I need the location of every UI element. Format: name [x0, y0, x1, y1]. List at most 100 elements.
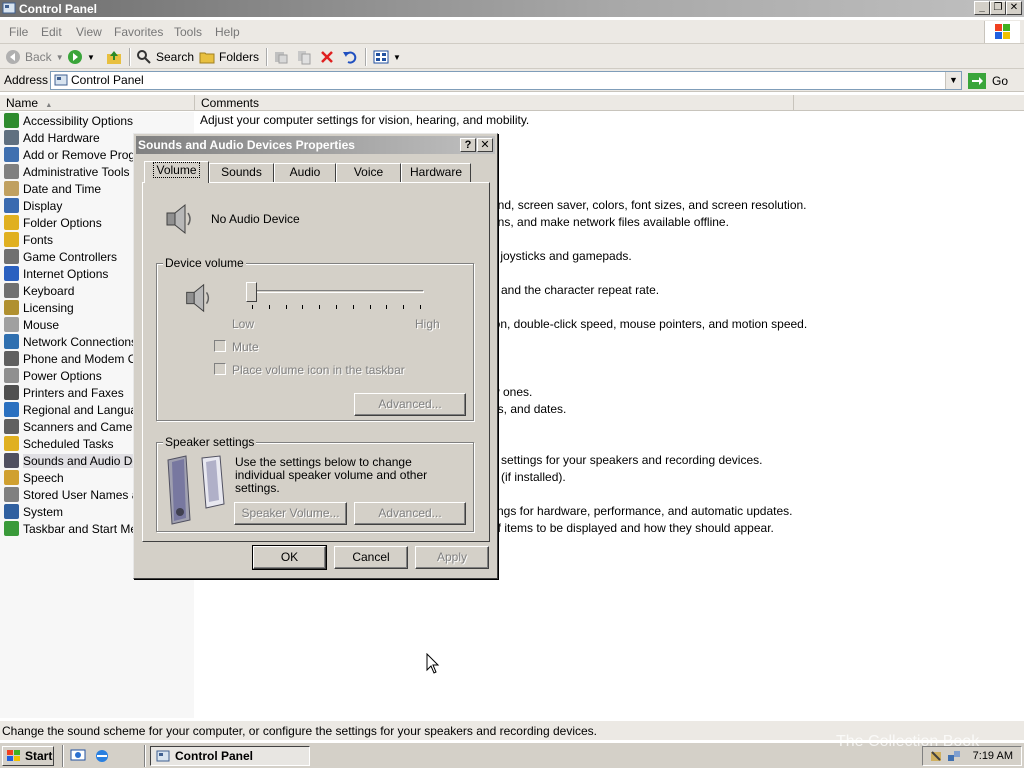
restore-button[interactable]: ❐ — [990, 1, 1006, 15]
copy-to-button[interactable] — [296, 48, 312, 66]
list-item-comment: und, screen saver, colors, font sizes, a… — [491, 198, 807, 212]
quicklaunch-ie-icon[interactable] — [94, 748, 110, 764]
delete-x-icon — [321, 51, 333, 63]
views-dropdown-icon[interactable]: ▼ — [393, 53, 401, 62]
copy-to-icon — [298, 51, 311, 65]
speaker-advanced-button[interactable]: Advanced... — [354, 502, 466, 525]
control-panel-item-icon — [4, 266, 19, 281]
start-button[interactable]: Start — [2, 746, 54, 766]
address-dropdown-button[interactable]: ▼ — [945, 72, 961, 89]
forward-button[interactable]: ▼ — [67, 48, 95, 66]
tab-sounds[interactable]: Sounds — [209, 163, 274, 182]
list-item-label: Licensing — [23, 300, 74, 315]
tab-volume[interactable]: Volume — [144, 161, 209, 183]
control-panel-item-icon — [4, 249, 19, 264]
list-item-label: Accessibility Options — [23, 113, 134, 128]
volume-slider-track[interactable] — [250, 290, 424, 293]
tab-hardware[interactable]: Hardware — [401, 163, 471, 182]
menu-view[interactable]: View — [76, 25, 102, 39]
list-item-label: Display — [23, 198, 63, 213]
menu-tools[interactable]: Tools — [174, 25, 202, 39]
forward-dropdown-icon[interactable]: ▼ — [87, 53, 95, 62]
cancel-button[interactable]: Cancel — [334, 546, 408, 569]
volume-high-label: High — [415, 317, 440, 331]
tab-audio[interactable]: Audio — [274, 163, 336, 182]
speakers-icon — [167, 455, 225, 525]
taskbar-control-panel-button[interactable]: Control Panel — [150, 746, 310, 766]
address-input[interactable]: Control Panel ▼ — [50, 71, 962, 90]
list-header: Name ▲ Comments — [0, 95, 1024, 111]
up-folder-button[interactable] — [106, 48, 122, 66]
menu-favorites[interactable]: Favorites — [114, 25, 163, 39]
slider-tick — [403, 305, 405, 309]
menu-edit[interactable]: Edit — [41, 25, 62, 39]
mute-checkbox[interactable] — [214, 340, 226, 352]
speaker-settings-label: Speaker settings — [163, 435, 257, 449]
slider-tick — [386, 305, 388, 309]
back-arrow-icon — [6, 50, 20, 64]
speaker-volume-button[interactable]: Speaker Volume... — [234, 502, 347, 525]
control-panel-item-icon — [4, 453, 19, 468]
search-button[interactable]: Search — [136, 48, 194, 66]
list-item-label: Taskbar and Start Menu — [23, 521, 151, 536]
folders-button[interactable]: Folders — [199, 48, 259, 66]
dialog-close-button[interactable]: ✕ — [477, 138, 493, 152]
menu-file[interactable]: File — [9, 25, 28, 39]
control-panel-item-icon — [4, 334, 19, 349]
column-header-name[interactable]: Name ▲ — [0, 95, 195, 111]
quicklaunch-desktop-icon[interactable] — [70, 748, 86, 764]
control-panel-item-icon — [4, 368, 19, 383]
taskbar-task-label: Control Panel — [175, 749, 254, 763]
device-advanced-button[interactable]: Advanced... — [354, 393, 466, 416]
list-item-comment: ion, double-click speed, mouse pointers,… — [491, 317, 808, 331]
control-panel-item-icon — [4, 351, 19, 366]
list-item-comment: n (if installed). — [491, 470, 566, 484]
control-panel-item-icon — [4, 487, 19, 502]
tray-tools-icon[interactable] — [929, 749, 943, 763]
list-item[interactable]: Accessibility Options — [4, 112, 194, 129]
volume-slider-thumb[interactable] — [246, 282, 257, 302]
column-header-comments[interactable]: Comments — [195, 95, 794, 111]
place-icon-label: Place volume icon in the taskbar — [232, 363, 405, 377]
device-volume-label: Device volume — [163, 256, 246, 270]
slider-tick — [302, 305, 304, 309]
menu-help[interactable]: Help — [215, 25, 240, 39]
tray-network-icon[interactable] — [947, 749, 961, 763]
minimize-button[interactable]: _ — [974, 1, 990, 15]
place-icon-checkbox[interactable] — [214, 363, 226, 375]
go-label: Go — [992, 73, 1009, 88]
list-item-comment: Adjust your computer settings for vision… — [200, 113, 530, 127]
dialog-titlebar[interactable]: Sounds and Audio Devices Properties ? ✕ — [136, 136, 495, 154]
list-item-comment: es, and dates. — [491, 402, 567, 416]
back-button[interactable]: Back ▼ — [5, 48, 64, 66]
list-item-label: Mouse — [23, 317, 60, 332]
control-panel-item-icon — [4, 232, 19, 247]
clock[interactable]: 7:19 AM — [973, 750, 1013, 762]
dialog-help-button[interactable]: ? — [460, 138, 476, 152]
search-label: Search — [156, 50, 195, 64]
apply-button[interactable]: Apply — [415, 546, 489, 569]
column-name-label: Name — [6, 96, 39, 110]
address-label: Address — [4, 73, 49, 87]
list-item-comment: e settings for your speakers and recordi… — [491, 453, 763, 467]
search-icon — [137, 50, 151, 64]
control-panel-item-icon — [4, 113, 19, 128]
go-arrow-icon — [968, 72, 986, 89]
list-item-label: Scheduled Tasks — [23, 436, 114, 451]
delete-button[interactable] — [319, 48, 335, 66]
start-label: Start — [25, 749, 53, 763]
control-panel-item-icon — [4, 147, 19, 162]
list-item-label: Network Connections — [23, 334, 138, 349]
list-item-comment: tings for hardware, performance, and aut… — [491, 504, 793, 518]
tab-voice[interactable]: Voice — [336, 163, 401, 182]
list-item-comment: of items to be displayed and how they sh… — [491, 521, 774, 535]
back-dropdown-icon[interactable]: ▼ — [56, 53, 64, 62]
control-panel-item-icon — [4, 215, 19, 230]
undo-button[interactable] — [342, 48, 358, 66]
ok-button[interactable]: OK — [252, 545, 327, 570]
go-button[interactable]: Go — [968, 71, 1020, 90]
close-button[interactable]: ✕ — [1006, 1, 1022, 15]
window-titlebar[interactable]: Control Panel _ ❐ ✕ — [0, 0, 1024, 17]
views-button[interactable]: ▼ — [373, 48, 401, 66]
move-to-button[interactable] — [273, 48, 289, 66]
